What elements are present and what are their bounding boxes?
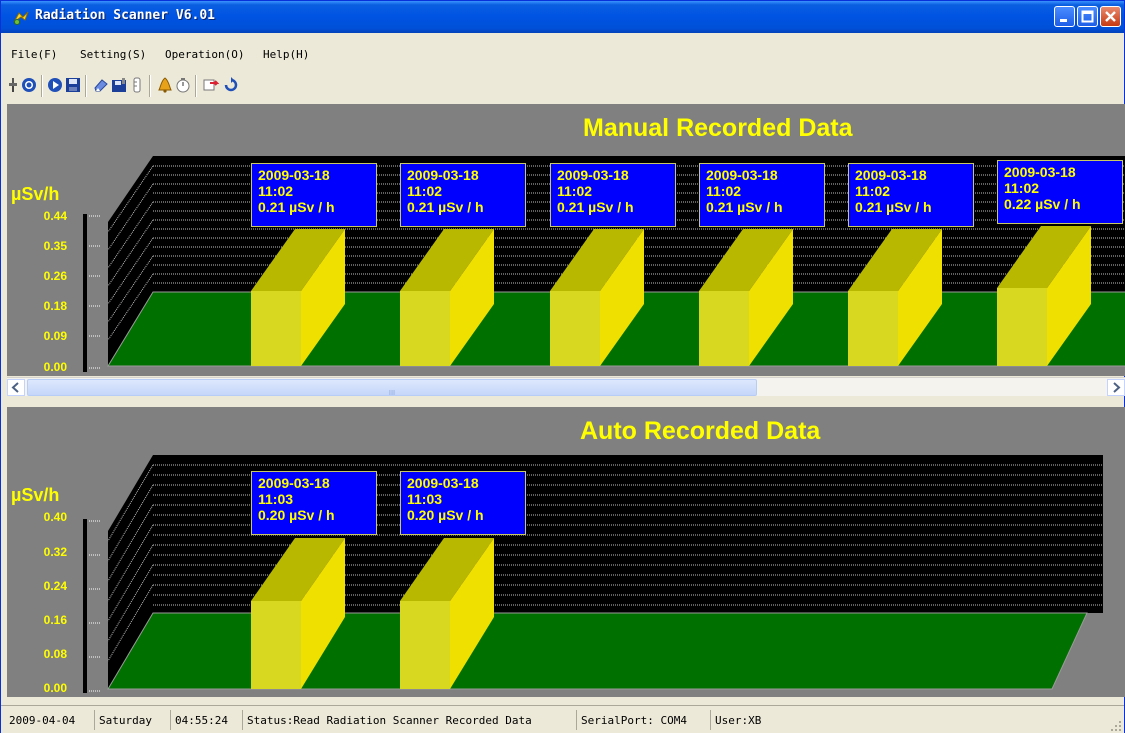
title-bar[interactable]: Radiation Scanner V6.01: [1, 1, 1124, 33]
chevron-left-icon: [11, 382, 19, 393]
stop-icon[interactable]: [21, 77, 37, 93]
scroll-thumb[interactable]: III: [27, 379, 757, 397]
label-value: 0.20 µSv / h: [407, 507, 484, 523]
scroll-thumb-grip: III: [388, 389, 396, 397]
auto-y-tick: 0.00: [43, 681, 67, 695]
auto-y-tick: 0.08: [43, 647, 67, 661]
auto-y-tick: 0.32: [43, 545, 67, 559]
timer-icon[interactable]: [175, 77, 191, 93]
save-disk-icon[interactable]: [111, 77, 127, 93]
label-date: 2009-03-18: [855, 167, 927, 183]
menu-setting[interactable]: Setting(S): [80, 48, 146, 61]
scroll-left-button[interactable]: [7, 379, 25, 396]
manual-data-label: 2009-03-18 11:02 0.21 µSv / h: [251, 163, 377, 227]
auto-y-tick: 0.16: [43, 613, 67, 627]
status-date: 2009-04-04: [5, 710, 95, 730]
toolbar-separator: [41, 75, 43, 97]
label-date: 2009-03-18: [1004, 164, 1076, 180]
auto-chart-panel: Auto Recorded Data µSv/h 0.40 0.32 0.24 …: [7, 407, 1125, 697]
label-time: 11:03: [258, 491, 294, 507]
label-time: 11:03: [407, 491, 443, 507]
auto-chart-plot: [83, 455, 1103, 693]
label-time: 11:02: [258, 183, 294, 199]
auto-data-label: 2009-03-18 11:03 0.20 µSv / h: [400, 471, 526, 535]
manual-data-label: 2009-03-18 11:02 0.22 µSv / h: [997, 160, 1123, 224]
label-time: 11:02: [1004, 180, 1040, 196]
label-time: 11:02: [407, 183, 443, 199]
manual-y-tick: 0.44: [43, 209, 67, 223]
auto-data-label: 2009-03-18 11:03 0.20 µSv / h: [251, 471, 377, 535]
horizontal-scrollbar[interactable]: III: [7, 377, 1125, 397]
ruler-icon[interactable]: [129, 77, 145, 93]
maximize-button[interactable]: [1077, 6, 1098, 27]
manual-y-tick: 0.00: [43, 360, 67, 374]
manual-chart-panel: Manual Recorded Data µSv/h 0.44 0.35 0.2…: [7, 104, 1125, 376]
window-title: Radiation Scanner V6.01: [35, 8, 216, 23]
label-date: 2009-03-18: [407, 167, 479, 183]
scroll-right-button[interactable]: [1107, 379, 1125, 396]
label-time: 11:02: [855, 183, 891, 199]
connect-icon[interactable]: [5, 77, 21, 93]
auto-y-unit: µSv/h: [11, 485, 60, 505]
menu-file[interactable]: File(F): [11, 48, 57, 61]
menu-help[interactable]: Help(H): [263, 48, 309, 61]
status-user: User:XB: [715, 714, 762, 727]
label-value: 0.21 µSv / h: [557, 199, 634, 215]
menu-operation[interactable]: Operation(O): [165, 48, 244, 61]
label-value: 0.22 µSv / h: [1004, 196, 1081, 212]
status-serial-port: SerialPort: COM4: [577, 710, 711, 730]
label-value: 0.21 µSv / h: [706, 199, 783, 215]
play-icon[interactable]: [47, 77, 63, 93]
manual-data-label: 2009-03-18 11:02 0.21 µSv / h: [400, 163, 526, 227]
resize-grip-icon[interactable]: [1110, 720, 1122, 732]
label-date: 2009-03-18: [258, 475, 330, 491]
manual-data-label: 2009-03-18 11:02 0.21 µSv / h: [699, 163, 825, 227]
status-message: Status:Read Radiation Scanner Recorded D…: [243, 710, 577, 730]
minimize-button[interactable]: [1054, 6, 1075, 27]
minimize-icon: [1060, 19, 1067, 22]
save-icon[interactable]: [65, 77, 81, 93]
status-day: Saturday: [95, 710, 171, 730]
close-icon: [1105, 11, 1116, 22]
manual-y-tick: 0.18: [43, 299, 67, 313]
label-date: 2009-03-18: [557, 167, 629, 183]
label-value: 0.21 µSv / h: [258, 199, 335, 215]
label-time: 11:02: [557, 183, 593, 199]
alarm-bell-icon[interactable]: [157, 77, 173, 93]
label-value: 0.20 µSv / h: [258, 507, 335, 523]
manual-y-tick: 0.09: [43, 329, 67, 343]
label-value: 0.21 µSv / h: [407, 199, 484, 215]
auto-y-tick: 0.24: [43, 579, 67, 593]
auto-y-tick: 0.40: [43, 510, 67, 524]
menu-bar: File(F) Setting(S) Operation(O) Help(H): [1, 43, 1124, 67]
status-bar: 2009-04-04 Saturday 04:55:24 Status:Read…: [1, 705, 1124, 733]
status-time: 04:55:24: [171, 710, 243, 730]
manual-y-tick: 0.26: [43, 269, 67, 283]
label-date: 2009-03-18: [706, 167, 778, 183]
label-date: 2009-03-18: [258, 167, 330, 183]
manual-data-label: 2009-03-18 11:02 0.21 µSv / h: [550, 163, 676, 227]
label-date: 2009-03-18: [407, 475, 479, 491]
chevron-right-icon: [1113, 382, 1121, 393]
label-value: 0.21 µSv / h: [855, 199, 932, 215]
app-window: Radiation Scanner V6.01 File(F) Setting(…: [0, 0, 1125, 733]
toolbar-separator: [195, 75, 197, 97]
app-icon: [13, 11, 29, 25]
manual-y-tick: 0.35: [43, 239, 67, 253]
export-icon[interactable]: [203, 77, 219, 93]
toolbar-separator: [149, 75, 151, 97]
manual-chart-plot: [83, 156, 1125, 372]
erase-icon[interactable]: [93, 77, 109, 93]
auto-chart-title: Auto Recorded Data: [580, 417, 821, 445]
toolbar: [1, 69, 1124, 101]
manual-chart-title: Manual Recorded Data: [583, 114, 853, 142]
close-button[interactable]: [1100, 6, 1121, 27]
manual-y-unit: µSv/h: [11, 184, 60, 204]
refresh-icon[interactable]: [223, 77, 239, 93]
maximize-icon: [1081, 10, 1094, 23]
manual-data-label: 2009-03-18 11:02 0.21 µSv / h: [848, 163, 974, 227]
toolbar-separator: [85, 75, 87, 97]
label-time: 11:02: [706, 183, 742, 199]
